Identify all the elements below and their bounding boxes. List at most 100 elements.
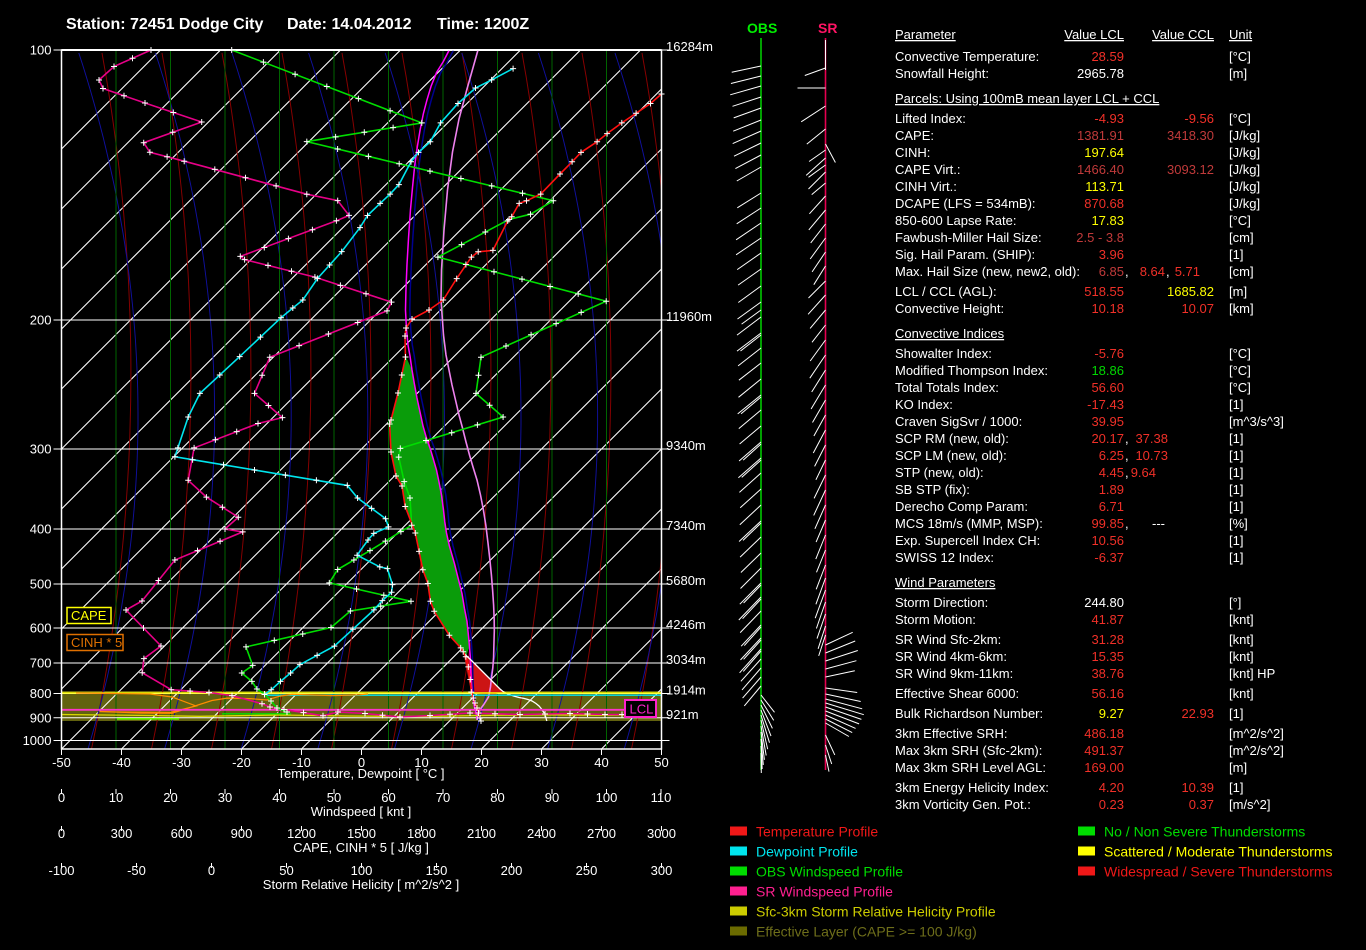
svg-text:Widespread / Severe Thundersto: Widespread / Severe Thunderstorms: [1104, 864, 1333, 880]
svg-text:3km Energy Helicity Index:: 3km Energy Helicity Index:: [895, 780, 1049, 795]
svg-text:[m]: [m]: [1229, 760, 1247, 775]
svg-text:SR Wind 9km-11km:: SR Wind 9km-11km:: [895, 666, 1013, 681]
svg-text:OBS Windspeed Profile: OBS Windspeed Profile: [756, 864, 903, 880]
svg-text:[m^2/s^2]: [m^2/s^2]: [1229, 743, 1284, 758]
svg-text:-40: -40: [112, 755, 131, 770]
svg-text:9.27: 9.27: [1099, 706, 1124, 721]
svg-text:300: 300: [111, 826, 133, 841]
svg-text:[knt]: [knt]: [1229, 632, 1254, 647]
svg-text:600: 600: [30, 621, 52, 636]
svg-text:1200: 1200: [287, 826, 316, 841]
svg-text:STP (new, old):: STP (new, old):: [895, 465, 984, 480]
svg-text:40: 40: [272, 790, 286, 805]
svg-text:Convective Height:: Convective Height:: [895, 301, 1004, 316]
svg-text:Station: 72451 Dodge City: Station: 72451 Dodge City: [66, 16, 263, 33]
svg-text:17.83: 17.83: [1091, 213, 1124, 228]
svg-text:800: 800: [30, 686, 52, 701]
svg-text:[knt] HP: [knt] HP: [1229, 666, 1275, 681]
svg-text:38.76: 38.76: [1091, 666, 1124, 681]
svg-text:28.59: 28.59: [1091, 49, 1124, 64]
svg-text:CAPE, CINH * 5 [ J/kg ]: CAPE, CINH * 5 [ J/kg ]: [293, 840, 429, 855]
svg-text:SCP LM (new, old):: SCP LM (new, old):: [895, 448, 1007, 463]
svg-text:300: 300: [30, 442, 52, 457]
svg-text:50: 50: [327, 790, 341, 805]
svg-text:Dewpoint Profile: Dewpoint Profile: [756, 844, 858, 860]
svg-text:Value LCL: Value LCL: [1064, 27, 1124, 42]
svg-text:150: 150: [426, 863, 448, 878]
svg-text:3km Effective SRH:: 3km Effective SRH:: [895, 726, 1007, 741]
svg-text:-30: -30: [172, 755, 191, 770]
svg-text:Storm Relative Helicity [ m^2: Storm Relative Helicity [ m^2/s^2 ]: [263, 877, 459, 892]
svg-text:400: 400: [30, 522, 52, 537]
svg-text:4.45: 4.45: [1099, 465, 1124, 480]
svg-text:CAPE:: CAPE:: [895, 128, 934, 143]
svg-text:11960m: 11960m: [666, 309, 712, 324]
svg-text:SR Wind Sfc-2km:: SR Wind Sfc-2km:: [895, 632, 1001, 647]
svg-text:[1]: [1]: [1229, 533, 1243, 548]
svg-text:39.95: 39.95: [1091, 414, 1124, 429]
svg-text:Effective Shear 6000:: Effective Shear 6000:: [895, 686, 1019, 701]
svg-text:15.35: 15.35: [1091, 649, 1124, 664]
svg-text:[1]: [1]: [1229, 550, 1243, 565]
svg-text:[°C]: [°C]: [1229, 380, 1251, 395]
svg-text:56.16: 56.16: [1091, 686, 1124, 701]
svg-text:3.96: 3.96: [1099, 247, 1124, 262]
svg-text:56.60: 56.60: [1091, 380, 1124, 395]
svg-text:Bulk Richardson Number:: Bulk Richardson Number:: [895, 706, 1043, 721]
svg-text:[J/kg]: [J/kg]: [1229, 196, 1260, 211]
svg-text:[km]: [km]: [1229, 301, 1254, 316]
svg-text:100: 100: [351, 863, 373, 878]
svg-text:[1]: [1]: [1229, 706, 1243, 721]
svg-text:-6.37: -6.37: [1094, 550, 1124, 565]
svg-text:2100: 2100: [467, 826, 496, 841]
svg-text:244.80: 244.80: [1084, 595, 1124, 610]
svg-text:[1]: [1]: [1229, 780, 1243, 795]
svg-text:500: 500: [30, 577, 52, 592]
svg-text:,: ,: [1125, 264, 1129, 279]
svg-text:[J/kg]: [J/kg]: [1229, 145, 1260, 160]
svg-text:Date: 14.04.2012: Date: 14.04.2012: [287, 16, 412, 33]
svg-text:900: 900: [30, 710, 52, 725]
svg-text:Value CCL: Value CCL: [1152, 27, 1214, 42]
svg-text:[knt]: [knt]: [1229, 612, 1254, 627]
svg-text:2700: 2700: [587, 826, 616, 841]
svg-text:5.71: 5.71: [1175, 264, 1200, 279]
svg-text:[1]: [1]: [1229, 448, 1243, 463]
svg-text:3418.30: 3418.30: [1167, 128, 1214, 143]
svg-text:Sig. Hail Param. (SHIP):: Sig. Hail Param. (SHIP):: [895, 247, 1035, 262]
svg-text:[1]: [1]: [1229, 482, 1243, 497]
svg-text:,: ,: [1125, 448, 1129, 463]
svg-text:10.39: 10.39: [1181, 780, 1214, 795]
svg-text:7340m: 7340m: [666, 518, 706, 533]
svg-text:[m]: [m]: [1229, 284, 1247, 299]
svg-text:518.55: 518.55: [1084, 284, 1124, 299]
svg-text:Storm Motion:: Storm Motion:: [895, 612, 976, 627]
svg-text:-50: -50: [127, 863, 146, 878]
svg-text:[1]: [1]: [1229, 465, 1243, 480]
svg-text:-100: -100: [48, 863, 74, 878]
svg-text:1914m: 1914m: [666, 683, 706, 698]
svg-text:169.00: 169.00: [1084, 760, 1124, 775]
svg-text:[°C]: [°C]: [1229, 111, 1251, 126]
svg-text:40: 40: [594, 755, 608, 770]
svg-text:18.86: 18.86: [1091, 363, 1124, 378]
svg-text:700: 700: [30, 656, 52, 671]
svg-text:[m/s^2]: [m/s^2]: [1229, 797, 1271, 812]
svg-text:[J/kg]: [J/kg]: [1229, 162, 1260, 177]
svg-text:20: 20: [474, 755, 488, 770]
svg-text:[°]: [°]: [1229, 595, 1241, 610]
svg-text:-4.93: -4.93: [1094, 111, 1124, 126]
svg-text:[1]: [1]: [1229, 431, 1243, 446]
svg-text:Max 3km SRH (Sfc-2km):: Max 3km SRH (Sfc-2km):: [895, 743, 1042, 758]
svg-text:0.23: 0.23: [1099, 797, 1124, 812]
svg-text:CAPE Virt.:: CAPE Virt.:: [895, 162, 961, 177]
svg-text:SCP RM (new, old):: SCP RM (new, old):: [895, 431, 1009, 446]
svg-text:Showalter Index:: Showalter Index:: [895, 346, 992, 361]
svg-text:Windspeed [ knt ]: Windspeed [ knt ]: [311, 804, 411, 819]
svg-text:486.18: 486.18: [1084, 726, 1124, 741]
svg-text:99.85: 99.85: [1091, 516, 1124, 531]
svg-text:Sfc-3km Storm Relative Helicit: Sfc-3km Storm Relative Helicity Profile: [756, 904, 996, 920]
svg-text:10.18: 10.18: [1091, 301, 1124, 316]
svg-text:[1]: [1]: [1229, 247, 1243, 262]
svg-text:300: 300: [651, 863, 673, 878]
